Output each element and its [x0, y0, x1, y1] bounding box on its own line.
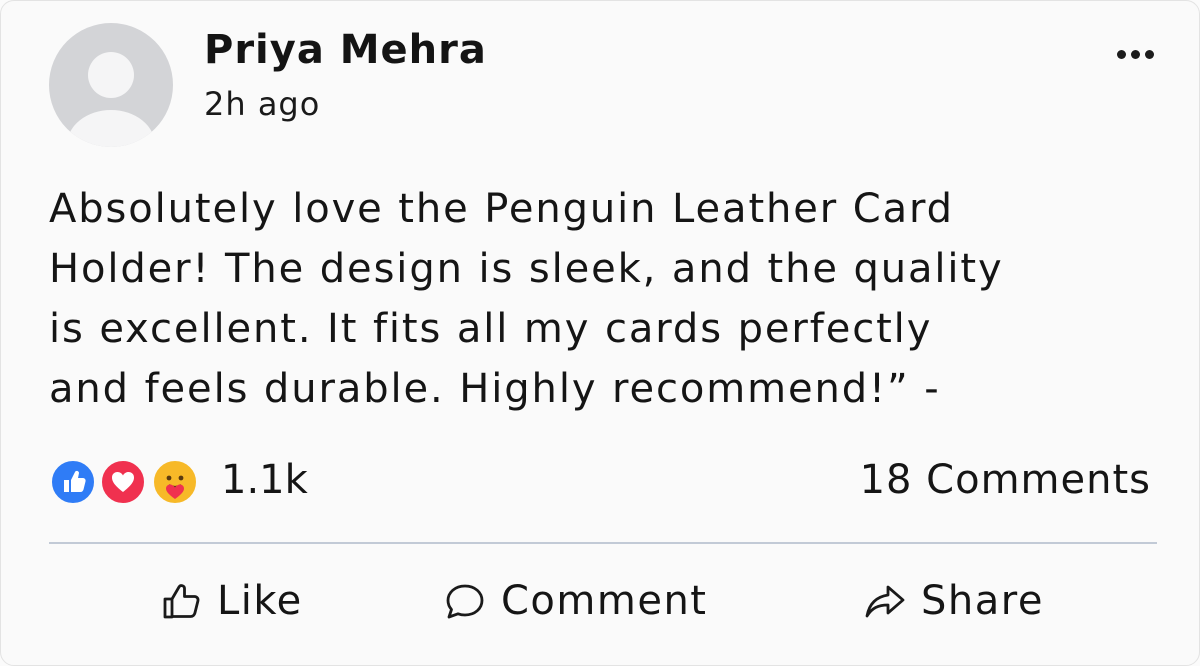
reaction-count[interactable]: 1.1k — [221, 457, 308, 503]
avatar[interactable] — [49, 23, 173, 147]
dot — [1130, 49, 1140, 59]
comments-count[interactable]: 18 Comments — [860, 457, 1151, 503]
post-text-line: Holder! The design is sleek, and the qua… — [49, 246, 1004, 292]
post-card: Priya Mehra 2h ago Absolutely love the P… — [0, 0, 1200, 666]
like-button-label: Like — [217, 578, 303, 624]
avatar-head-shape — [88, 52, 134, 98]
post-text: Absolutely love the Penguin Leather Card… — [49, 179, 1159, 419]
post-timestamp[interactable]: 2h ago — [204, 85, 320, 123]
care-reaction-icon — [151, 458, 199, 506]
comment-button-label: Comment — [501, 578, 708, 624]
divider — [49, 542, 1157, 544]
like-reaction-icon — [49, 458, 97, 506]
author-name[interactable]: Priya Mehra — [204, 27, 487, 73]
post-text-line: is excellent. It fits all my cards perfe… — [49, 306, 933, 352]
share-button[interactable]: Share — [863, 573, 1044, 629]
love-reaction-icon — [99, 458, 147, 506]
dot — [1116, 49, 1126, 59]
share-button-label: Share — [921, 578, 1044, 624]
post-text-line: and feels durable. Highly recommend!” - — [49, 366, 941, 412]
like-button[interactable]: Like — [159, 573, 303, 629]
comment-button[interactable]: Comment — [443, 573, 707, 629]
more-options-icon[interactable] — [1109, 37, 1161, 71]
speech-bubble-icon — [446, 584, 484, 619]
reaction-summary[interactable] — [49, 458, 214, 506]
dot — [1144, 49, 1154, 59]
share-arrow-icon — [865, 585, 905, 618]
avatar-body-shape — [67, 110, 155, 147]
post-text-line: Absolutely love the Penguin Leather Card — [49, 186, 954, 232]
thumbs-up-icon — [163, 584, 200, 619]
